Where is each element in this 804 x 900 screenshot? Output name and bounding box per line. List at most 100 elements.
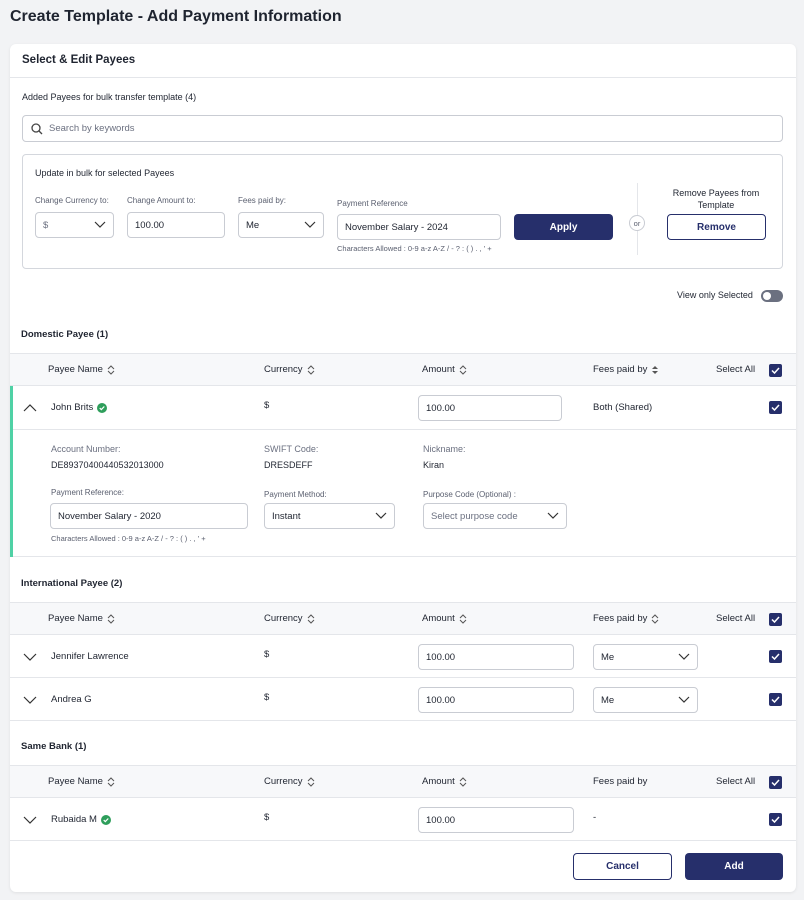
select-all-checkbox[interactable] (769, 364, 782, 377)
purpose-code-select[interactable]: Select purpose code (423, 503, 567, 529)
currency-label: Change Currency to: (35, 196, 109, 205)
col-currency[interactable]: Currency (264, 613, 315, 624)
payee-amount-value: 100.00 (426, 651, 456, 663)
add-button[interactable]: Add (685, 853, 783, 880)
detail-reference-input[interactable]: November Salary - 2020 (50, 503, 248, 529)
col-amount[interactable]: Amount (422, 776, 467, 787)
detail-ref-label: Payment Reference: (51, 488, 124, 497)
col-fees[interactable]: Fees paid by (593, 613, 659, 624)
verified-icon (97, 402, 108, 413)
payee-fees-select[interactable]: Me (593, 644, 698, 670)
col-payee-name[interactable]: Payee Name (48, 613, 115, 624)
payee-name: Andrea G (51, 694, 92, 705)
table-row: Rubaida M $ 100.00 - (10, 798, 796, 841)
swift-code-value: DRESDEFF (264, 460, 313, 470)
col-payee-name[interactable]: Payee Name (48, 776, 115, 787)
payee-amount-input[interactable]: 100.00 (418, 395, 562, 421)
domestic-section-title: Domestic Payee (1) (21, 329, 109, 340)
check-icon (771, 653, 780, 660)
col-payee-name-label: Payee Name (48, 776, 103, 787)
col-currency[interactable]: Currency (264, 364, 315, 375)
col-fees: Fees paid by (593, 776, 647, 787)
amount-label: Change Amount to: (127, 196, 196, 205)
payee-currency: $ (264, 812, 270, 823)
table-row: Andrea G $ 100.00 Me (10, 678, 796, 721)
view-only-selected-label: View only Selected (677, 290, 753, 300)
col-amount-label: Amount (422, 776, 455, 787)
cancel-button[interactable]: Cancel (573, 853, 672, 880)
detail-chars-allowed: Characters Allowed : 0-9 a-z A-Z / - ? :… (51, 534, 206, 543)
select-all-checkbox[interactable] (769, 613, 782, 626)
check-icon (771, 367, 780, 374)
payee-name: John Brits (51, 402, 108, 413)
payee-fees-select[interactable]: Me (593, 687, 698, 713)
col-payee-name[interactable]: Payee Name (48, 364, 115, 375)
payee-amount-value: 100.00 (426, 694, 456, 706)
purpose-code-label: Purpose Code (Optional) : (423, 490, 516, 499)
payee-amount-input[interactable]: 100.00 (418, 687, 574, 713)
row-checkbox[interactable] (769, 693, 782, 706)
col-amount[interactable]: Amount (422, 364, 467, 375)
payees-card: Select & Edit Payees Added Payees for bu… (10, 44, 796, 892)
bulk-update-box: Update in bulk for selected Payees Chang… (22, 154, 783, 269)
apply-button[interactable]: Apply (514, 214, 613, 240)
expanded-row-accent (10, 386, 13, 557)
col-currency-label: Currency (264, 364, 303, 375)
select-all-checkbox[interactable] (769, 776, 782, 789)
payee-currency: $ (264, 400, 270, 411)
sort-icon (459, 613, 467, 624)
check-icon (771, 779, 780, 786)
payee-currency: $ (264, 692, 270, 703)
international-table-header: Payee Name Currency Amount Fees paid by … (10, 602, 796, 635)
search-box[interactable] (22, 115, 783, 142)
reference-input[interactable]: November Salary - 2024 (337, 214, 501, 240)
chevron-down-icon (678, 653, 690, 660)
col-amount[interactable]: Amount (422, 613, 467, 624)
col-currency-label: Currency (264, 613, 303, 624)
payee-fees-value: Me (601, 694, 615, 706)
fees-label: Fees paid by: (238, 196, 287, 205)
amount-input-value: 100.00 (135, 219, 165, 231)
reference-label: Payment Reference (337, 199, 408, 208)
verified-icon (100, 814, 111, 825)
payee-amount-input[interactable]: 100.00 (418, 807, 574, 833)
chars-allowed-hint: Characters Allowed : 0-9 a-z A-Z / - ? :… (337, 244, 492, 253)
chevron-down-icon[interactable] (23, 695, 37, 705)
currency-select-value: $ (43, 219, 49, 231)
select-all-label: Select All (716, 776, 756, 787)
payee-fees: Both (Shared) (593, 402, 653, 413)
chevron-down-icon[interactable] (23, 815, 37, 825)
nickname-label: Nickname: (423, 444, 466, 454)
remove-title: Remove Payees from Template (672, 188, 760, 210)
table-row: Jennifer Lawrence $ 100.00 Me (10, 635, 796, 678)
sort-icon (307, 613, 314, 624)
view-only-selected-toggle[interactable] (761, 290, 783, 302)
chevron-down-icon[interactable] (23, 652, 37, 662)
detail-reference-value: November Salary - 2020 (58, 510, 161, 522)
col-payee-name-label: Payee Name (48, 364, 103, 375)
chevron-up-icon[interactable] (23, 403, 37, 413)
card-title: Select & Edit Payees (10, 44, 796, 78)
col-fees[interactable]: Fees paid by (593, 364, 659, 375)
payee-amount-value: 100.00 (426, 402, 456, 414)
fees-select[interactable]: Me (238, 212, 324, 238)
or-separator: or (629, 215, 645, 231)
payee-amount-input[interactable]: 100.00 (418, 644, 574, 670)
international-section-title: International Payee (2) (21, 578, 123, 589)
remove-button[interactable]: Remove (667, 214, 766, 240)
col-currency[interactable]: Currency (264, 776, 315, 787)
payment-method-select[interactable]: Instant (264, 503, 395, 529)
col-currency-label: Currency (264, 776, 303, 787)
payee-name-text: John Brits (51, 402, 94, 413)
search-input[interactable] (49, 123, 749, 134)
payee-fees: - (593, 812, 597, 823)
currency-select[interactable]: $ (35, 212, 114, 238)
amount-input[interactable]: 100.00 (127, 212, 225, 238)
row-checkbox[interactable] (769, 813, 782, 826)
table-row: John Brits $ 100.00 Both (Shared) (10, 386, 796, 430)
row-checkbox[interactable] (769, 401, 782, 414)
payee-details-panel: Account Number: DE89370400440532013000 S… (10, 430, 796, 557)
domestic-table-header: Payee Name Currency Amount Fees paid by … (10, 353, 796, 386)
payee-name-text: Rubaida M (51, 814, 97, 825)
row-checkbox[interactable] (769, 650, 782, 663)
